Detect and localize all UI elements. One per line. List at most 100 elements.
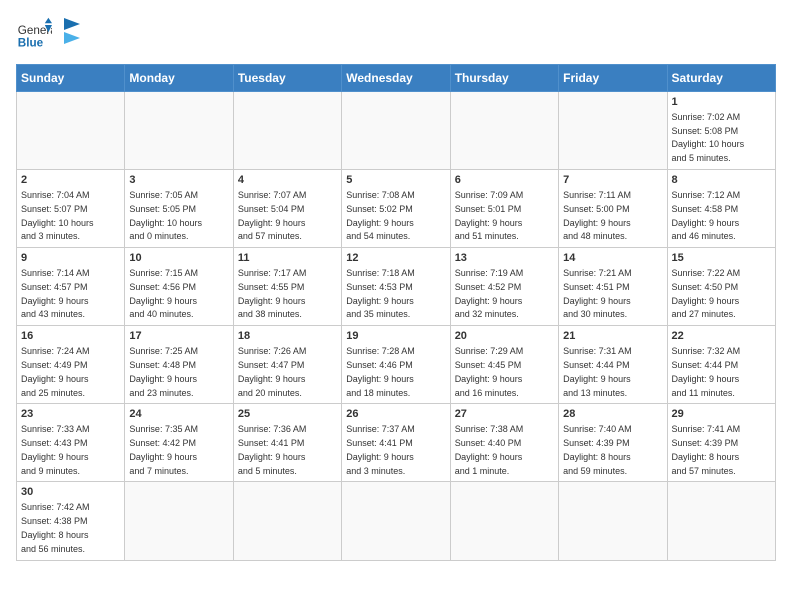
weekday-header-friday: Friday (559, 65, 667, 92)
calendar-cell: 7Sunrise: 7:11 AM Sunset: 5:00 PM Daylig… (559, 170, 667, 248)
calendar-cell: 3 Sunrise: 7:05 AM Sunset: 5:05 PM Daylig… (125, 170, 233, 248)
svg-text:Blue: Blue (18, 37, 44, 50)
day-number: 29 (672, 407, 771, 422)
day-info: Sunrise: 7:21 AM Sunset: 4:51 PM Dayligh… (563, 268, 632, 319)
calendar-header-row: SundayMondayTuesdayWednesdayThursdayFrid… (17, 65, 776, 92)
calendar-cell (450, 482, 558, 560)
weekday-header-thursday: Thursday (450, 65, 558, 92)
day-info: Sunrise: 7:15 AM Sunset: 4:56 PM Dayligh… (129, 268, 198, 319)
calendar-cell: 23 Sunrise: 7:33 AM Sunset: 4:43 PM Dayli… (17, 404, 125, 482)
day-info: Sunrise: 7:37 AM Sunset: 4:41 PM Dayligh… (346, 424, 415, 475)
weekday-header-sunday: Sunday (17, 65, 125, 92)
day-number: 28 (563, 407, 662, 422)
day-info: Sunrise: 7:22 AM Sunset: 4:50 PM Dayligh… (672, 268, 741, 319)
day-info: Sunrise: 7:05 AM Sunset: 5:05 PM Dayligh… (129, 190, 202, 241)
calendar-cell: 21 Sunrise: 7:31 AM Sunset: 4:44 PM Dayli… (559, 326, 667, 404)
calendar-cell: 1 Sunrise: 7:02 AM Sunset: 5:08 PM Daylig… (667, 92, 775, 170)
calendar-cell: 10 Sunrise: 7:15 AM Sunset: 4:56 PM Dayli… (125, 248, 233, 326)
calendar-cell: 27 Sunrise: 7:38 AM Sunset: 4:40 PM Dayli… (450, 404, 558, 482)
day-number: 2 (21, 173, 120, 188)
day-number: 19 (346, 329, 445, 344)
day-info: Sunrise: 7:11 AM Sunset: 5:00 PM Dayligh… (563, 190, 631, 241)
calendar-week-row: 2 Sunrise: 7:04 AM Sunset: 5:07 PM Daylig… (17, 170, 776, 248)
logo-icon: General Blue (16, 16, 52, 52)
calendar-cell (559, 92, 667, 170)
day-info: Sunrise: 7:31 AM Sunset: 4:44 PM Dayligh… (563, 346, 632, 397)
logo: General Blue (16, 16, 80, 52)
calendar-cell: 26Sunrise: 7:37 AM Sunset: 4:41 PM Dayli… (342, 404, 450, 482)
day-number: 22 (672, 329, 771, 344)
calendar-cell: 24Sunrise: 7:35 AM Sunset: 4:42 PM Dayli… (125, 404, 233, 482)
day-info: Sunrise: 7:24 AM Sunset: 4:49 PM Dayligh… (21, 346, 90, 397)
day-number: 15 (672, 251, 771, 266)
day-number: 24 (129, 407, 228, 422)
weekday-header-wednesday: Wednesday (342, 65, 450, 92)
calendar-cell (342, 482, 450, 560)
calendar-cell (233, 482, 341, 560)
day-info: Sunrise: 7:07 AM Sunset: 5:04 PM Dayligh… (238, 190, 307, 241)
day-number: 6 (455, 173, 554, 188)
day-info: Sunrise: 7:42 AM Sunset: 4:38 PM Dayligh… (21, 502, 90, 553)
day-info: Sunrise: 7:38 AM Sunset: 4:40 PM Dayligh… (455, 424, 524, 475)
calendar-cell: 16Sunrise: 7:24 AM Sunset: 4:49 PM Dayli… (17, 326, 125, 404)
day-info: Sunrise: 7:32 AM Sunset: 4:44 PM Dayligh… (672, 346, 741, 397)
calendar-cell (450, 92, 558, 170)
calendar-cell: 13 Sunrise: 7:19 AM Sunset: 4:52 PM Dayli… (450, 248, 558, 326)
day-number: 5 (346, 173, 445, 188)
day-info: Sunrise: 7:28 AM Sunset: 4:46 PM Dayligh… (346, 346, 415, 397)
day-info: Sunrise: 7:02 AM Sunset: 5:08 PM Dayligh… (672, 112, 745, 163)
calendar-cell: 9Sunrise: 7:14 AM Sunset: 4:57 PM Daylig… (17, 248, 125, 326)
day-info: Sunrise: 7:18 AM Sunset: 4:53 PM Dayligh… (346, 268, 415, 319)
page-header: General Blue (16, 16, 776, 52)
day-info: Sunrise: 7:12 AM Sunset: 4:58 PM Dayligh… (672, 190, 741, 241)
calendar-week-row: 1 Sunrise: 7:02 AM Sunset: 5:08 PM Daylig… (17, 92, 776, 170)
day-number: 25 (238, 407, 337, 422)
calendar-cell: 8 Sunrise: 7:12 AM Sunset: 4:58 PM Daylig… (667, 170, 775, 248)
day-number: 17 (129, 329, 228, 344)
calendar-table: SundayMondayTuesdayWednesdayThursdayFrid… (16, 64, 776, 561)
day-info: Sunrise: 7:26 AM Sunset: 4:47 PM Dayligh… (238, 346, 307, 397)
day-info: Sunrise: 7:25 AM Sunset: 4:48 PM Dayligh… (129, 346, 198, 397)
day-info: Sunrise: 7:36 AM Sunset: 4:41 PM Dayligh… (238, 424, 307, 475)
calendar-cell: 20Sunrise: 7:29 AM Sunset: 4:45 PM Dayli… (450, 326, 558, 404)
weekday-header-saturday: Saturday (667, 65, 775, 92)
day-info: Sunrise: 7:33 AM Sunset: 4:43 PM Dayligh… (21, 424, 90, 475)
calendar-cell: 14 Sunrise: 7:21 AM Sunset: 4:51 PM Dayli… (559, 248, 667, 326)
calendar-cell: 17 Sunrise: 7:25 AM Sunset: 4:48 PM Dayli… (125, 326, 233, 404)
day-number: 9 (21, 251, 120, 266)
weekday-header-tuesday: Tuesday (233, 65, 341, 92)
day-number: 13 (455, 251, 554, 266)
calendar-week-row: 23 Sunrise: 7:33 AM Sunset: 4:43 PM Dayli… (17, 404, 776, 482)
weekday-header-monday: Monday (125, 65, 233, 92)
calendar-week-row: 9Sunrise: 7:14 AM Sunset: 4:57 PM Daylig… (17, 248, 776, 326)
calendar-cell: 25 Sunrise: 7:36 AM Sunset: 4:41 PM Dayli… (233, 404, 341, 482)
day-number: 4 (238, 173, 337, 188)
day-number: 27 (455, 407, 554, 422)
day-number: 21 (563, 329, 662, 344)
calendar-cell (17, 92, 125, 170)
day-number: 18 (238, 329, 337, 344)
logo-flag-icon (62, 16, 80, 52)
day-number: 1 (672, 95, 771, 110)
day-info: Sunrise: 7:09 AM Sunset: 5:01 PM Dayligh… (455, 190, 524, 241)
day-number: 8 (672, 173, 771, 188)
day-info: Sunrise: 7:08 AM Sunset: 5:02 PM Dayligh… (346, 190, 415, 241)
calendar-cell: 6 Sunrise: 7:09 AM Sunset: 5:01 PM Daylig… (450, 170, 558, 248)
day-number: 23 (21, 407, 120, 422)
day-info: Sunrise: 7:17 AM Sunset: 4:55 PM Dayligh… (238, 268, 307, 319)
day-number: 3 (129, 173, 228, 188)
day-number: 10 (129, 251, 228, 266)
calendar-cell: 2 Sunrise: 7:04 AM Sunset: 5:07 PM Daylig… (17, 170, 125, 248)
calendar-cell (342, 92, 450, 170)
calendar-cell: 22 Sunrise: 7:32 AM Sunset: 4:44 PM Dayli… (667, 326, 775, 404)
day-number: 14 (563, 251, 662, 266)
calendar-cell (559, 482, 667, 560)
calendar-cell: 5 Sunrise: 7:08 AM Sunset: 5:02 PM Daylig… (342, 170, 450, 248)
calendar-cell (125, 92, 233, 170)
calendar-cell: 15 Sunrise: 7:22 AM Sunset: 4:50 PM Dayli… (667, 248, 775, 326)
day-info: Sunrise: 7:19 AM Sunset: 4:52 PM Dayligh… (455, 268, 524, 319)
calendar-cell: 29 Sunrise: 7:41 AM Sunset: 4:39 PM Dayli… (667, 404, 775, 482)
day-info: Sunrise: 7:29 AM Sunset: 4:45 PM Dayligh… (455, 346, 524, 397)
day-info: Sunrise: 7:04 AM Sunset: 5:07 PM Dayligh… (21, 190, 94, 241)
day-info: Sunrise: 7:41 AM Sunset: 4:39 PM Dayligh… (672, 424, 741, 475)
